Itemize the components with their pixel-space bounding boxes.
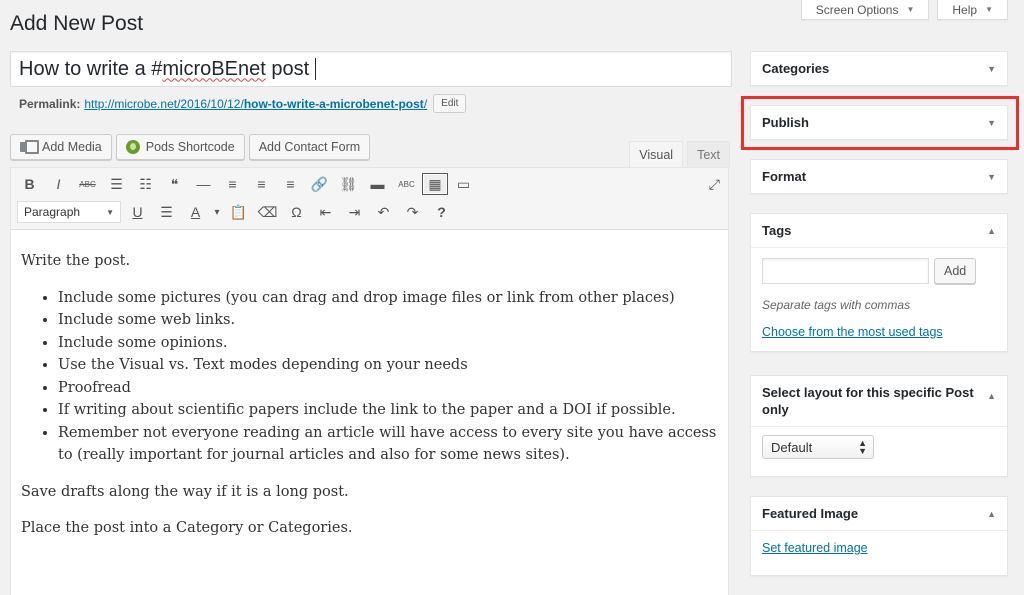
blockquote-icon[interactable]: ❝ bbox=[160, 172, 189, 196]
screen-meta-links: Screen Options ▼ Help ▼ bbox=[800, 0, 1008, 20]
content-paragraph: Save drafts along the way if it is a lon… bbox=[21, 483, 349, 500]
text-cursor bbox=[315, 58, 317, 80]
distraction-free-icon[interactable]: ▭ bbox=[449, 172, 478, 196]
caret-down-icon: ▼ bbox=[106, 207, 114, 217]
fullscreen-icon[interactable]: ⤢ bbox=[709, 176, 720, 193]
clear-formatting-icon[interactable]: ⌫ bbox=[253, 200, 282, 224]
screen-options-label: Screen Options bbox=[815, 2, 899, 17]
misspelled-word: microBEnet bbox=[162, 57, 266, 80]
publish-highlight-box bbox=[741, 96, 1019, 150]
layout-box: Select layout for this specific Post onl… bbox=[750, 375, 1008, 477]
tag-input[interactable] bbox=[762, 258, 929, 284]
media-icon bbox=[20, 140, 39, 154]
help-label: Help bbox=[952, 2, 978, 17]
tags-header[interactable]: Tags ▲ bbox=[751, 214, 1007, 247]
align-left-icon[interactable]: ≡ bbox=[218, 172, 247, 196]
content-paragraph: Write the post. bbox=[21, 253, 131, 269]
caret-down-icon[interactable]: ▼ bbox=[987, 64, 996, 74]
bold-icon[interactable]: B bbox=[15, 172, 44, 196]
permalink-link[interactable]: http://microbe.net/2016/10/12/how-to-wri… bbox=[84, 97, 427, 111]
undo-icon[interactable]: ↶ bbox=[369, 200, 398, 224]
permalink-label: Permalink: bbox=[19, 96, 81, 111]
layout-select[interactable]: Default ▲ ▼ bbox=[762, 435, 874, 459]
pods-shortcode-button[interactable]: Pods Shortcode bbox=[115, 134, 245, 160]
editor-tabs: Visual Text bbox=[629, 141, 730, 167]
page-title: Add New Post bbox=[10, 12, 144, 35]
link-icon[interactable]: 🔗 bbox=[305, 172, 334, 196]
post-title-input[interactable]: How to write a #microBEnet post bbox=[10, 51, 732, 87]
caret-down-icon: ▼ bbox=[985, 5, 993, 14]
tags-hint: Separate tags with commas bbox=[762, 298, 911, 312]
add-media-button[interactable]: Add Media bbox=[10, 134, 112, 160]
toolbar-toggle-icon[interactable]: ▦ bbox=[422, 173, 448, 195]
media-buttons: Add Media Pods Shortcode Add Contact For… bbox=[10, 134, 371, 160]
format-header[interactable]: Format ▼ bbox=[751, 160, 1007, 193]
toolbar-row-2: Paragraph ▼ U ☰ A ▾ 📋 ⌫ Ω ⇤ ⇥ ↶ ↷? bbox=[15, 200, 456, 224]
tags-body: Add Separate tags with commas Choose fro… bbox=[751, 247, 1007, 351]
help-button[interactable]: Help ▼ bbox=[937, 0, 1008, 20]
paste-as-text-icon[interactable]: 📋 bbox=[224, 200, 253, 224]
featured-image-header[interactable]: Featured Image ▲ bbox=[751, 497, 1007, 530]
list-item: Include some web links. bbox=[58, 309, 718, 332]
redo-icon[interactable]: ↷ bbox=[398, 200, 427, 224]
text-color-dropdown-icon[interactable]: ▾ bbox=[210, 200, 224, 224]
add-tag-button[interactable]: Add bbox=[934, 258, 977, 284]
tags-box: Tags ▲ Add Separate tags with commas Cho… bbox=[750, 213, 1008, 352]
featured-image-box: Featured Image ▲ Set featured image bbox=[750, 496, 1008, 576]
post-title-text: How to write a #microBEnet post bbox=[19, 57, 310, 80]
caret-down-icon[interactable]: ▼ bbox=[987, 172, 996, 182]
horizontal-line-icon[interactable]: — bbox=[189, 172, 218, 196]
bullet-list-icon[interactable]: ☰ bbox=[102, 172, 131, 196]
screen-options-button[interactable]: Screen Options ▼ bbox=[800, 0, 930, 20]
categories-header[interactable]: Categories ▼ bbox=[751, 52, 1007, 85]
strikethrough-icon[interactable]: ABC bbox=[73, 172, 102, 196]
list-item: If writing about scientific papers inclu… bbox=[58, 399, 718, 422]
edit-permalink-button[interactable]: Edit bbox=[433, 94, 467, 113]
choose-tags-link[interactable]: Choose from the most used tags bbox=[762, 325, 943, 339]
add-contact-form-button[interactable]: Add Contact Form bbox=[248, 134, 371, 160]
read-more-icon[interactable]: ▬ bbox=[363, 172, 392, 196]
outdent-icon[interactable]: ⇤ bbox=[311, 200, 340, 224]
caret-up-icon[interactable]: ▲ bbox=[987, 226, 996, 236]
align-center-icon[interactable]: ≡ bbox=[247, 172, 276, 196]
italic-icon[interactable]: I bbox=[44, 172, 73, 196]
list-item: Include some opinions. bbox=[58, 332, 718, 355]
editor-content[interactable]: Write the post. Include some pictures (y… bbox=[11, 230, 728, 540]
featured-image-body: Set featured image bbox=[751, 530, 1007, 575]
format-box: Format ▼ bbox=[750, 159, 1008, 194]
caret-up-icon[interactable]: ▲ bbox=[987, 509, 996, 519]
editor-toolbar: B I ABC ☰ ☷ ❝ — ≡ ≡ ≡ 🔗 ⛓ ▬ ABC ▦ ▭ Paragraph ▼ U ☰ A ▾ 📋 ⌫ Ω… bbox=[11, 168, 728, 230]
caret-up-icon[interactable]: ▲ bbox=[987, 388, 996, 405]
caret-down-icon: ▼ bbox=[906, 5, 915, 14]
unlink-icon[interactable]: ⛓ bbox=[334, 172, 363, 196]
layout-body: Default ▲ ▼ bbox=[751, 426, 1007, 476]
set-featured-image-link[interactable]: Set featured image bbox=[762, 541, 868, 555]
text-color-icon[interactable]: A bbox=[181, 200, 210, 224]
underline-icon[interactable]: U bbox=[123, 200, 152, 224]
keyboard-shortcuts-icon[interactable]: ? bbox=[427, 200, 456, 224]
list-item: Remember not everyone reading an article… bbox=[58, 422, 718, 467]
layout-header[interactable]: Select layout for this specific Post onl… bbox=[751, 376, 1007, 426]
pods-icon bbox=[125, 140, 140, 154]
tab-visual[interactable]: Visual bbox=[629, 141, 684, 167]
spellcheck-icon[interactable]: ABC bbox=[392, 172, 421, 196]
content-bullet-list: Include some pictures (you can drag and … bbox=[58, 287, 718, 467]
categories-box: Categories ▼ bbox=[750, 51, 1008, 86]
list-item: Use the Visual vs. Text modes depending … bbox=[58, 354, 718, 377]
list-item: Include some pictures (you can drag and … bbox=[58, 287, 718, 310]
indent-icon[interactable]: ⇥ bbox=[340, 200, 369, 224]
list-item: Proofread bbox=[58, 377, 718, 400]
justify-icon[interactable]: ☰ bbox=[152, 200, 181, 224]
tab-text[interactable]: Text bbox=[687, 141, 730, 167]
post-editor: B I ABC ☰ ☷ ❝ — ≡ ≡ ≡ 🔗 ⛓ ▬ ABC ▦ ▭ Paragraph ▼ U ☰ A ▾ 📋 ⌫ Ω… bbox=[10, 167, 729, 595]
select-arrows-icon: ▲ ▼ bbox=[858, 438, 867, 456]
align-right-icon[interactable]: ≡ bbox=[276, 172, 305, 196]
content-paragraph: Place the post into a Category or Catego… bbox=[21, 520, 353, 536]
format-select[interactable]: Paragraph ▼ bbox=[17, 201, 121, 223]
toolbar-row-1: B I ABC ☰ ☷ ❝ — ≡ ≡ ≡ 🔗 ⛓ ▬ ABC ▦ ▭ bbox=[15, 172, 478, 196]
permalink-row: Permalink: http://microbe.net/2016/10/12… bbox=[19, 94, 467, 113]
special-character-icon[interactable]: Ω bbox=[282, 200, 311, 224]
numbered-list-icon[interactable]: ☷ bbox=[131, 172, 160, 196]
